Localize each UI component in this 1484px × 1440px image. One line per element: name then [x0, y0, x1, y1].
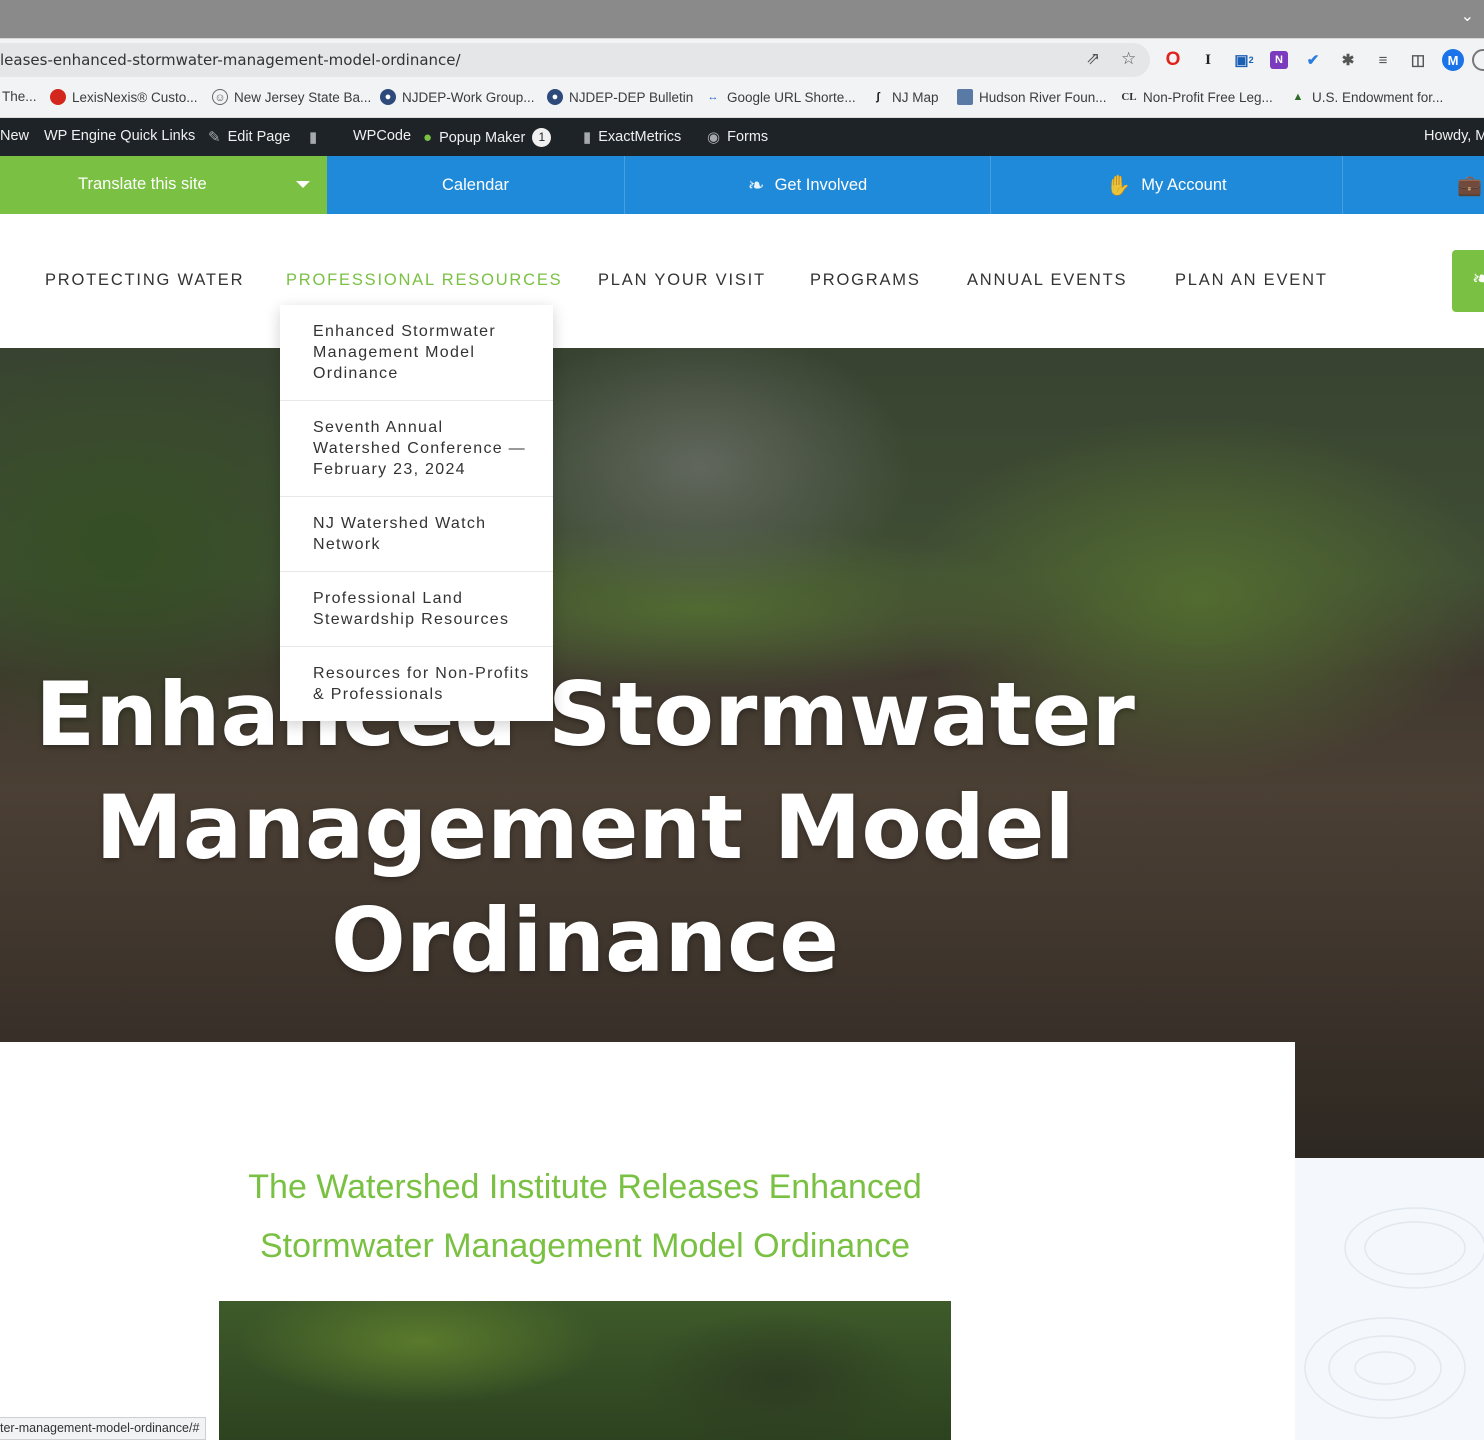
bookmark-item[interactable]: ☺ New Jersey State Ba...	[212, 89, 371, 105]
main-navigation: PROTECTING WATER PROFESSIONAL RESOURCES …	[0, 214, 1484, 348]
menu-circle-icon[interactable]	[1472, 49, 1484, 71]
caret-down-icon	[296, 181, 310, 188]
submenu-item[interactable]: Seventh Annual Watershed Conference — Fe…	[280, 401, 553, 497]
bookmark-item[interactable]: Hudson River Foun...	[957, 89, 1107, 105]
hand-icon: ✋	[1106, 174, 1132, 197]
nav-programs[interactable]: PROGRAMS	[810, 271, 921, 290]
apple-icon	[50, 89, 66, 105]
admin-exactmetrics[interactable]: ▮ ExactMetrics	[583, 128, 681, 146]
bookmark-item[interactable]: ▲ U.S. Endowment for...	[1290, 89, 1444, 105]
clipboard-badge-icon[interactable]: ▣ 2	[1233, 49, 1255, 71]
hero-title-line-3: Ordinance	[331, 889, 839, 992]
feather-icon: ❧	[747, 174, 765, 197]
admin-wpcode[interactable]: WPCode	[353, 128, 411, 144]
browser-toolbar: leases-enhanced-stormwater-management-mo…	[0, 38, 1484, 80]
submenu-item[interactable]: Professional Land Stewardship Resources	[280, 572, 553, 647]
briefcase-icon: 💼	[1457, 174, 1482, 197]
nav-cta-button[interactable]: ❧	[1452, 250, 1484, 312]
hero-banner: Enhanced Stormwater Management Model Ord…	[0, 348, 1484, 1158]
browser-tab-strip: ⌄	[0, 0, 1484, 38]
admin-yoast[interactable]: ▮	[309, 128, 317, 146]
pencil-icon: ✎	[208, 129, 221, 146]
bookmark-item[interactable]: LexisNexis® Custo...	[50, 89, 198, 105]
wp-admin-bar: New WP Engine Quick Links ✎ Edit Page ▮ W…	[0, 118, 1484, 156]
admin-howdy[interactable]: Howdy, M	[1424, 128, 1484, 144]
star-icon[interactable]: ☆	[1121, 49, 1136, 69]
nav-plan-an-event[interactable]: PLAN AN EVENT	[1175, 271, 1328, 290]
admin-new-link[interactable]: New	[0, 128, 29, 144]
donate-link[interactable]: 💼	[1343, 156, 1484, 214]
globe-icon: ●	[547, 89, 563, 105]
bookmark-item[interactable]: ● NJDEP-Work Group...	[380, 89, 535, 105]
admin-edit-page[interactable]: ✎ Edit Page	[208, 128, 290, 146]
hero-title-line-2: Management Model	[95, 776, 1075, 879]
bookmark-item[interactable]: CL Non-Profit Free Leg...	[1121, 89, 1272, 105]
forms-icon: ◉	[707, 129, 721, 146]
translate-label: Translate this site	[78, 175, 207, 193]
popup-count-badge: 1	[532, 128, 552, 147]
address-url[interactable]: leases-enhanced-stormwater-management-mo…	[0, 51, 461, 69]
bookmarks-bar: The... LexisNexis® Custo... ☺ New Jersey …	[0, 80, 1484, 118]
submenu-item[interactable]: Resources for Non-Profits & Professional…	[280, 647, 553, 721]
address-bar[interactable]: leases-enhanced-stormwater-management-mo…	[0, 43, 1150, 77]
side-panel-icon[interactable]: ◫	[1407, 49, 1429, 71]
chevron-down-icon[interactable]: ⌄	[1461, 6, 1474, 26]
nav-plan-your-visit[interactable]: PLAN YOUR VISIT	[598, 271, 766, 290]
instapaper-icon[interactable]: I	[1197, 49, 1219, 71]
checkmark-icon[interactable]: ✔	[1302, 49, 1324, 71]
nj-map-icon: ∫	[876, 91, 880, 103]
globe-icon: ●	[380, 89, 396, 105]
submenu-item[interactable]: NJ Watershed Watch Network	[280, 497, 553, 572]
profile-avatar-icon[interactable]: M	[1442, 49, 1464, 71]
popup-maker-icon: ●	[423, 129, 433, 146]
browser-status-url: ter-management-model-ordinance/#	[0, 1417, 207, 1440]
admin-popup-maker[interactable]: ● Popup Maker 1	[423, 128, 552, 147]
bookmark-item[interactable]: ● NJDEP-DEP Bulletin	[547, 89, 693, 105]
bookmark-item[interactable]: ↔ Google URL Shorte...	[705, 89, 856, 105]
extensions-puzzle-icon[interactable]: ✱	[1337, 49, 1359, 71]
article-heading-line-2: Stormwater Management Model Ordinance	[259, 1227, 911, 1265]
leaf-icon: ❧	[1472, 266, 1484, 291]
article-heading-line-1: The Watershed Institute Releases Enhance…	[248, 1168, 922, 1206]
admin-quick-links[interactable]: WP Engine Quick Links	[44, 128, 195, 144]
yoast-icon: ▮	[309, 129, 318, 146]
bookmark-item[interactable]: The...	[2, 89, 37, 104]
admin-forms[interactable]: ◉ Forms	[707, 128, 768, 146]
share-icon[interactable]: ⇗	[1086, 49, 1100, 69]
seal-icon: ☺	[212, 89, 228, 105]
cornell-law-icon: CL	[1121, 91, 1137, 103]
professional-resources-submenu: Enhanced Stormwater Management Model Ord…	[280, 305, 553, 721]
calendar-link[interactable]: Calendar	[327, 156, 625, 214]
sidebar-background	[1295, 1158, 1484, 1440]
article-photo	[219, 1301, 951, 1440]
topo-pattern	[1304, 1207, 1484, 1419]
onenote-icon[interactable]: N	[1270, 51, 1288, 69]
bar-chart-icon: ▮	[583, 129, 592, 146]
utility-bar: Translate this site Calendar ❧ Get Invol…	[0, 156, 1484, 214]
get-involved-link[interactable]: ❧ Get Involved	[625, 156, 991, 214]
utility-links: Calendar ❧ Get Involved ✋ My Account 💼	[327, 156, 1484, 214]
arrows-icon: ↔	[707, 91, 719, 103]
reading-list-icon[interactable]: ≡	[1372, 49, 1394, 71]
nav-protecting-water[interactable]: PROTECTING WATER	[45, 271, 244, 290]
bookmark-item[interactable]: ∫ NJ Map	[870, 89, 938, 105]
translate-dropdown[interactable]: Translate this site	[0, 156, 327, 214]
tree-icon: ▲	[1292, 91, 1304, 103]
hero-title-line-1: Enhanced Stormwater	[35, 663, 1135, 766]
submenu-item[interactable]: Enhanced Stormwater Management Model Ord…	[280, 305, 553, 401]
landscape-icon	[957, 89, 973, 105]
nav-annual-events[interactable]: ANNUAL EVENTS	[967, 271, 1127, 290]
opera-icon[interactable]: O	[1162, 49, 1184, 71]
nav-professional-resources[interactable]: PROFESSIONAL RESOURCES	[286, 271, 562, 290]
my-account-link[interactable]: ✋ My Account	[991, 156, 1343, 214]
